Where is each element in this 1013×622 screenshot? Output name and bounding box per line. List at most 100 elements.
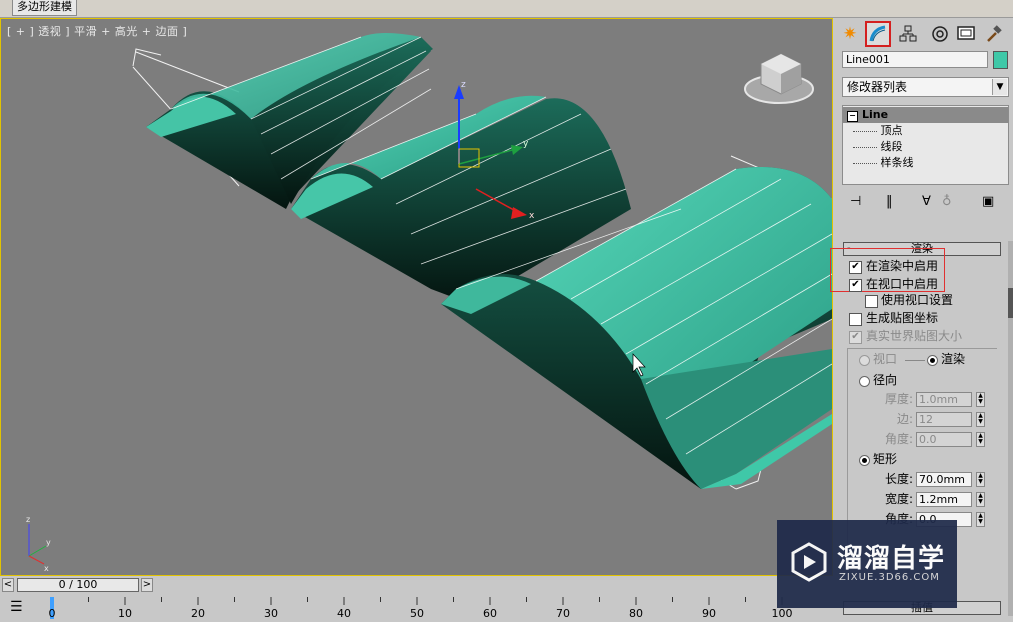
tab-display[interactable] [953,21,979,47]
hierarchy-icon [899,25,917,42]
use-viewport-settings-checkbox[interactable] [865,295,878,308]
motion-icon [932,26,948,42]
length-field[interactable]: 70.0mm [916,472,972,487]
gizmo-y-label: y [523,139,529,149]
pin-stack-icon[interactable]: ⊣ [850,194,861,209]
sides-spinner[interactable]: ▲ ▼ [976,412,985,427]
thickness-spinner[interactable]: ▲ ▼ [976,392,985,407]
ruler-tick-label: 80 [629,607,643,620]
tab-hierarchy[interactable] [895,21,921,47]
ruler-tick-label: 100 [771,607,793,620]
mode-separator [905,360,925,361]
stack-item-spline-label: 样条线 [880,156,914,169]
thickness-label: 厚度: [884,392,913,406]
radial-angle-label: 角度: [884,432,913,446]
ruler-tick-label: 0 [48,607,56,620]
stack-toolbar: ⊣ ‖ ∀ ♁ ▣ [842,194,1009,212]
ruler-tick-label: 50 [410,607,424,620]
gen-mapping-coords-checkbox[interactable] [849,313,862,326]
modify-icon [869,25,886,42]
track-bar[interactable]: ☰ 0 10 20 30 40 50 60 70 80 90 100 [0,595,833,622]
watermark-banner: 溜溜自学 ZIXUE.3D66.COM [777,520,957,608]
display-icon [957,26,975,40]
mode-viewport-label: 视口 [873,352,898,366]
modifier-list-dropdown[interactable]: 修改器列表 ▼ [842,77,1009,97]
ruler-tick-label: 10 [118,607,132,620]
stack-item-segment[interactable]: 线段 [843,139,1008,155]
radial-label: 径向 [873,373,898,387]
show-end-result-icon[interactable]: ‖ [886,194,893,209]
width-field[interactable]: 1.2mm [916,492,972,507]
curve-editor-icon[interactable]: ☰ [10,599,23,615]
top-bar: 多边形建模 [0,0,1013,18]
chevron-down-icon: ▼ [992,79,1007,95]
next-frame-button[interactable]: > [141,578,153,592]
stack-item-line[interactable]: − Line [843,107,1008,123]
ruler-tick-label: 20 [191,607,205,620]
length-spinner[interactable]: ▲ ▼ [976,472,985,487]
time-slider[interactable]: < 0 / 100 > [0,577,833,594]
rectangular-label: 矩形 [873,452,898,466]
time-slider-thumb[interactable]: 0 / 100 [17,578,139,592]
stack-item-spline[interactable]: 样条线 [843,155,1008,171]
watermark-logo-icon [791,542,827,582]
ribbon-tab-polygon-modeling[interactable]: 多边形建模 [12,0,77,16]
stack-item-line-label: Line [862,108,889,121]
configure-sets-icon[interactable]: ▣ [982,194,994,209]
panel-scrollbar-thumb[interactable] [1008,288,1013,318]
viewport-scene[interactable]: z y x z y x [1,19,832,575]
world-axis-tripod: z y x [26,515,51,573]
make-unique-icon[interactable]: ∀ [922,194,931,209]
radial-angle-field[interactable]: 0.0 [916,432,972,447]
axis-z-label: z [26,515,30,524]
viewcube[interactable] [744,53,814,104]
ruler-tick-label: 60 [483,607,497,620]
tab-modify[interactable] [865,21,891,47]
modifier-stack[interactable]: − Line 顶点 线段 样条线 [842,105,1009,185]
stack-item-vertex-label: 顶点 [880,124,903,137]
gizmo-z-label: z [461,80,466,90]
real-world-map-size-label: 真实世界贴图大小 [866,329,963,343]
object-color-swatch[interactable] [993,51,1008,69]
object-name-field[interactable]: Line001 [842,51,988,68]
rectangular-radio[interactable] [859,455,870,466]
thickness-field[interactable]: 1.0mm [916,392,972,407]
tab-motion[interactable] [927,21,953,47]
enable-in-viewport-checkbox[interactable]: ✔ [849,279,862,292]
ruler-tick-label: 40 [337,607,351,620]
viewport-label[interactable]: [ + ] 透视 ] 平滑 + 高光 + 边面 ] [7,23,187,39]
enable-in-renderer-label: 在渲染中启用 [866,259,939,273]
mode-viewport-radio[interactable] [859,355,870,366]
utilities-hammer-icon [987,25,1002,42]
real-world-map-size-checkbox[interactable]: ✔ [849,331,862,344]
frame-tick-labels: 0 10 20 30 40 50 60 70 80 90 100 [48,595,833,622]
tab-utilities[interactable] [981,21,1007,47]
sides-field[interactable]: 12 [916,412,972,427]
radial-radio[interactable] [859,376,870,387]
perspective-viewport[interactable]: z y x z y x [ + ] 透视 ] 平滑 + 高光 + 边面] [0,18,833,576]
modifier-list-label: 修改器列表 [847,80,908,94]
axis-y-label: y [46,538,51,547]
create-sun-icon: ✷ [842,24,858,44]
watermark-subtitle: ZIXUE.3D66.COM [839,572,940,583]
rect-angle-spinner[interactable]: ▲ ▼ [976,512,985,527]
enable-in-viewport-label: 在视口中启用 [866,277,939,291]
enable-in-renderer-checkbox[interactable]: ✔ [849,261,862,274]
collapse-icon[interactable]: − [847,111,858,122]
width-label: 宽度: [884,492,913,506]
radial-angle-spinner[interactable]: ▲ ▼ [976,432,985,447]
gen-mapping-coords-label: 生成贴图坐标 [866,311,939,325]
ruler-tick-label: 90 [702,607,716,620]
width-spinner[interactable]: ▲ ▼ [976,492,985,507]
remove-modifier-icon[interactable]: ♁ [942,194,952,209]
watermark-title: 溜溜自学 [837,544,946,574]
stack-item-vertex[interactable]: 顶点 [843,123,1008,139]
axis-x-label: x [44,564,49,573]
tab-create[interactable]: ✷ [837,21,863,47]
length-label: 长度: [884,472,913,486]
mode-render-label: 渲染 [941,352,966,366]
prev-frame-button[interactable]: < [2,578,14,592]
mode-render-radio[interactable] [927,355,938,366]
use-viewport-settings-label: 使用视口设置 [881,293,954,307]
stack-item-segment-label: 线段 [880,140,903,153]
